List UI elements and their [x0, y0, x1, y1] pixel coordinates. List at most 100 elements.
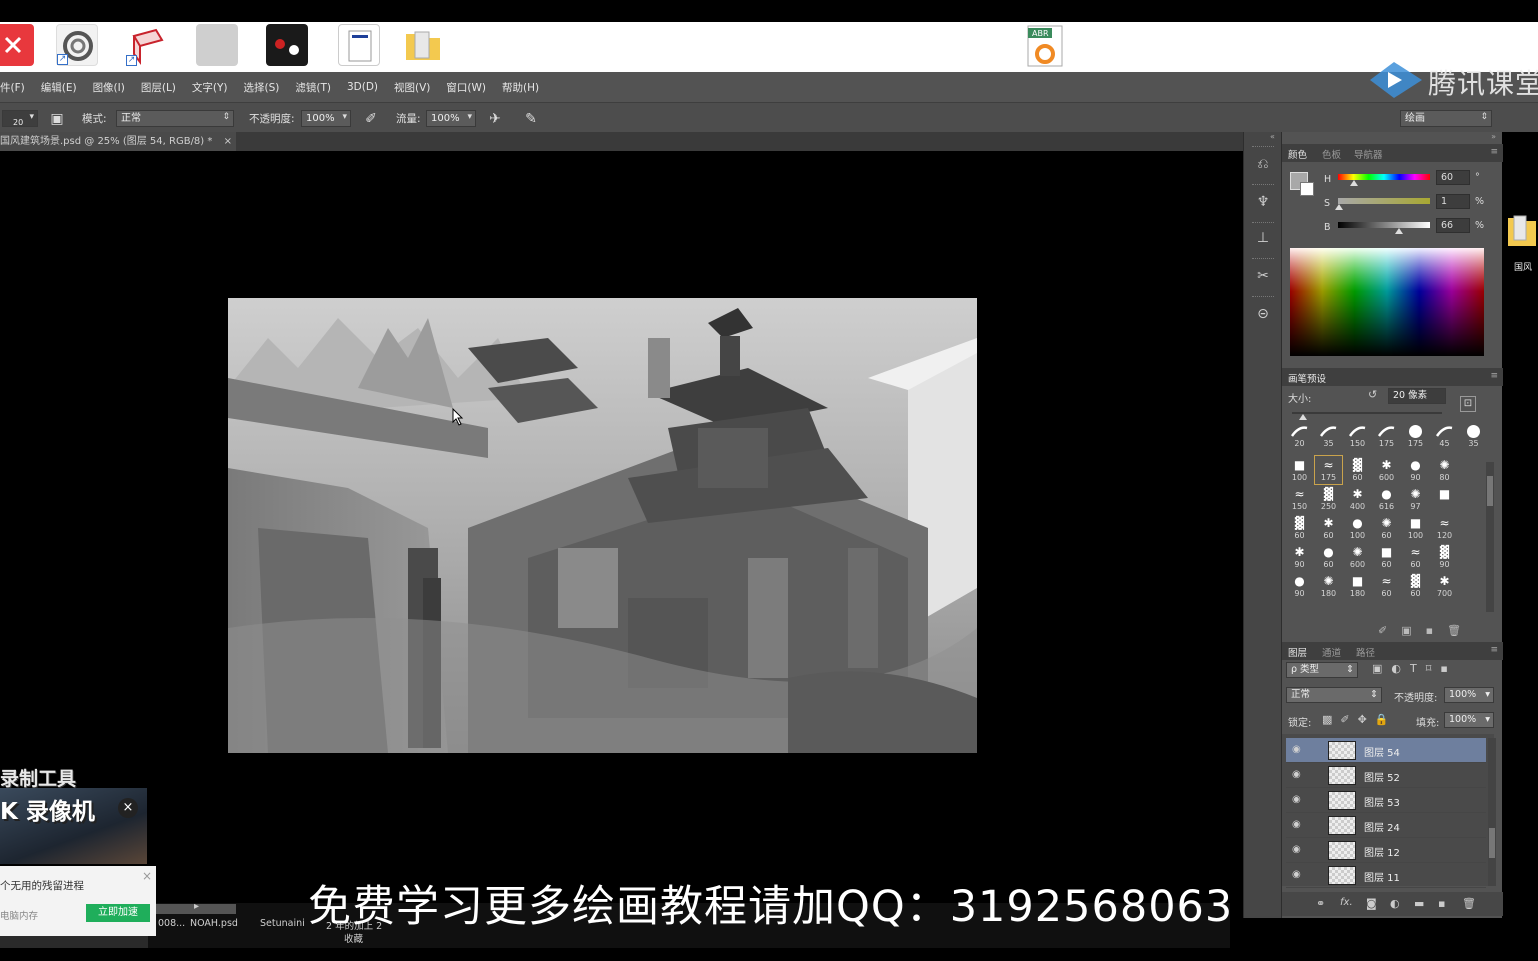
brush-preset[interactable]: 35 — [1315, 422, 1342, 450]
layer-fill-input[interactable]: 100% ▾ — [1444, 712, 1494, 728]
brush-preset[interactable]: ✱ 600 — [1373, 456, 1400, 484]
new-group-icon[interactable]: ▬ — [1414, 897, 1424, 910]
layer-row[interactable]: ◉ 图层 24 — [1286, 813, 1486, 838]
menu-help[interactable]: 帮助(H) — [494, 80, 547, 95]
saturation-slider[interactable] — [1338, 198, 1430, 204]
panel-menu-icon[interactable]: ≡ — [1490, 645, 1498, 655]
menu-select[interactable]: 选择(S) — [236, 80, 288, 95]
dock-grip[interactable] — [1252, 222, 1274, 224]
brush-preset[interactable]: ▓ 60 — [1286, 514, 1313, 542]
close-preview-button[interactable]: × — [118, 798, 138, 818]
brush-preset[interactable]: 175 — [1402, 422, 1429, 450]
layer-filter-select[interactable]: ρ 类型 ⇕ — [1286, 662, 1358, 678]
clone-source-icon[interactable]: ⊥ — [1253, 228, 1273, 248]
brush-preset[interactable]: 175 — [1373, 422, 1400, 450]
brightness-slider-thumb[interactable] — [1394, 228, 1403, 234]
brush-preset[interactable]: ▓ 60 — [1344, 456, 1371, 484]
brush-preset[interactable]: ✱ 400 — [1344, 485, 1371, 513]
brush-size-input[interactable]: 20 像素 — [1388, 388, 1446, 404]
airbrush-icon[interactable]: ✈ — [486, 110, 504, 128]
menu-edit[interactable]: 编辑(E) — [33, 80, 85, 95]
brush-preset[interactable]: ● 100 — [1344, 514, 1371, 542]
layer-row[interactable]: ◉ 图层 11 — [1286, 863, 1486, 888]
brush-preset[interactable]: ● 90 — [1402, 456, 1429, 484]
workspace-select[interactable]: 绘画 ⇕ — [1400, 110, 1492, 127]
visibility-eye-icon[interactable]: ◉ — [1292, 820, 1304, 830]
tab-channels[interactable]: 通道 — [1322, 645, 1341, 659]
menu-layer[interactable]: 图层(L) — [133, 80, 184, 95]
visibility-eye-icon[interactable]: ◉ — [1292, 870, 1304, 880]
brush-preset[interactable]: ● 60 — [1315, 543, 1342, 571]
close-tab-icon[interactable]: × — [224, 132, 232, 151]
taskbar-item[interactable]: Setunaini — [260, 918, 305, 929]
brush-preset[interactable]: ▓ 250 — [1315, 485, 1342, 513]
layer-opacity-input[interactable]: 100% ▾ — [1444, 687, 1494, 703]
menu-3d[interactable]: 3D(D) — [339, 81, 386, 93]
flow-input[interactable]: 100% ▾ — [426, 110, 476, 127]
layer-row[interactable]: ◉ 图层 12 — [1286, 838, 1486, 863]
menu-image[interactable]: 图像(I) — [85, 80, 133, 95]
brush-panel-footer-icons[interactable]: ✐▣▪🗑 — [1378, 624, 1475, 637]
dock-grip[interactable] — [1252, 184, 1274, 186]
dock-grip[interactable] — [1252, 296, 1274, 298]
taskbar-item[interactable]: NOAH.psd — [190, 918, 238, 929]
link-layers-icon[interactable]: ⚭ — [1316, 897, 1325, 910]
image-file-icon[interactable] — [196, 24, 238, 66]
history-panel-icon[interactable]: ⎌ — [1253, 154, 1273, 174]
tab-paths[interactable]: 路径 — [1356, 645, 1375, 659]
tool-presets-icon[interactable]: ✂ — [1253, 266, 1273, 286]
layer-blend-mode-select[interactable]: 正常 ⇕ — [1286, 687, 1382, 703]
menu-filter[interactable]: 滤镜(T) — [287, 80, 339, 95]
document-tab[interactable]: 国风建筑场景.psd @ 25% (图层 54, RGB/8) * × — [0, 132, 236, 151]
brush-preset[interactable]: 20 — [1286, 422, 1313, 450]
tab-brush-presets[interactable]: 画笔预设 — [1288, 371, 1326, 385]
expand-arrows-icon[interactable]: » — [1491, 132, 1496, 141]
brush-preset[interactable]: ▓ 60 — [1402, 572, 1429, 600]
pressure-opacity-icon[interactable]: ✐ — [362, 110, 380, 128]
brush-preset[interactable]: ✺ 180 — [1315, 572, 1342, 600]
brush-preset[interactable]: ✱ 60 — [1315, 514, 1342, 542]
layer-row[interactable]: ◉ 图层 54 — [1286, 738, 1486, 763]
brush-preset[interactable]: ✺ 600 — [1344, 543, 1371, 571]
layer-style-icon[interactable]: fx. — [1340, 897, 1353, 908]
brush-preset[interactable]: 45 — [1431, 422, 1458, 450]
menu-file[interactable]: 件(F) — [0, 80, 33, 95]
collapse-arrows-icon[interactable]: « — [1270, 132, 1275, 141]
brush-preset[interactable]: ≈120 — [1431, 514, 1458, 542]
background-color-swatch[interactable] — [1300, 182, 1314, 196]
play-icon[interactable]: ▸ — [194, 901, 199, 912]
layer-row[interactable]: ◉ 图层 52 — [1286, 763, 1486, 788]
visibility-eye-icon[interactable]: ◉ — [1292, 770, 1304, 780]
layer-filter-type-icons[interactable]: ▣◐T⌑▪ — [1372, 662, 1457, 675]
dock-grip[interactable] — [1252, 258, 1274, 260]
lock-option-icons[interactable]: ▩✐✥🔒 — [1322, 713, 1397, 726]
brush-preset[interactable]: ✱ 90 — [1286, 543, 1313, 571]
canvas-artwork[interactable] — [228, 298, 977, 753]
brush-size-slider[interactable] — [1292, 412, 1442, 414]
brush-preset[interactable]: ▓ 90 — [1431, 543, 1458, 571]
brush-panel-icon[interactable]: ♆ — [1253, 192, 1273, 212]
app-shortcut-icon[interactable]: ↗ — [56, 24, 98, 66]
menu-window[interactable]: 窗口(W) — [438, 80, 494, 95]
brush-preset-picker[interactable]: 20 ▾ — [2, 110, 38, 127]
brush-panel-toggle-icon[interactable]: ▣ — [48, 110, 66, 128]
tab-layers[interactable]: 图层 — [1288, 645, 1307, 659]
visibility-eye-icon[interactable]: ◉ — [1292, 795, 1304, 805]
brightness-value[interactable]: 66 — [1436, 218, 1470, 233]
visibility-eye-icon[interactable]: ◉ — [1292, 845, 1304, 855]
dock-grip[interactable] — [1252, 146, 1274, 148]
create-brush-icon[interactable]: ⊡ — [1460, 396, 1476, 412]
xmind-app-icon[interactable] — [0, 24, 34, 66]
saturation-slider-thumb[interactable] — [1334, 204, 1343, 210]
close-notification-icon[interactable]: × — [142, 869, 152, 883]
creative-cloud-icon[interactable]: ⊝ — [1253, 304, 1273, 324]
pressure-size-icon[interactable]: ✎ — [522, 110, 540, 128]
hue-value[interactable]: 60 — [1436, 170, 1470, 185]
visibility-eye-icon[interactable]: ◉ — [1292, 745, 1304, 755]
add-mask-icon[interactable]: ◙ — [1366, 897, 1377, 910]
color-spectrum-ramp[interactable] — [1290, 248, 1484, 356]
menu-type[interactable]: 文字(Y) — [184, 80, 236, 95]
menu-view[interactable]: 视图(V) — [386, 80, 438, 95]
brush-preset[interactable]: ■ 180 — [1344, 572, 1371, 600]
brush-preset[interactable]: ≈175 — [1314, 455, 1343, 485]
